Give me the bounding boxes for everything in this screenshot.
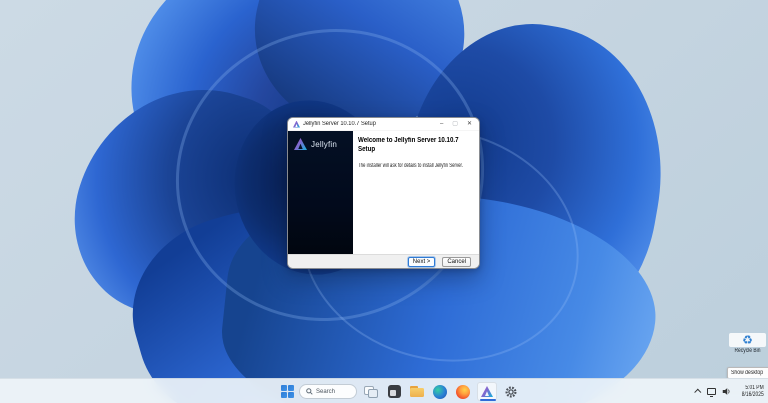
settings-icon (505, 385, 517, 398)
task-view-icon (368, 388, 378, 398)
edge-icon (433, 384, 447, 399)
close-button[interactable]: ✕ (467, 118, 472, 130)
window-title: Jellyfin Server 10.10.7 Setup (303, 121, 376, 127)
tooltip-text: Show desktop (731, 370, 764, 376)
search-icon (306, 388, 313, 395)
recycle-bin-label: Recycle Bin (734, 348, 761, 354)
next-button[interactable]: Next > (407, 257, 436, 267)
folder-front (410, 388, 424, 397)
file-explorer-button[interactable] (408, 383, 426, 401)
task-view-button[interactable] (362, 383, 380, 401)
terminal-button[interactable] (385, 383, 403, 401)
jellyfin-logo-icon (294, 138, 307, 150)
firefox-icon (456, 384, 470, 399)
installer-sidebar-banner: Jellyfin (288, 131, 353, 254)
recycle-bin-shortcut[interactable]: ♻ Recycle Bin (729, 333, 766, 354)
firefox-button[interactable] (454, 383, 472, 401)
jellyfin-icon (481, 386, 493, 397)
start-pane (280, 392, 287, 398)
window-titlebar[interactable]: Jellyfin Server 10.10.7 Setup – ▢ ✕ (288, 118, 479, 131)
search-box[interactable]: Search (299, 384, 357, 399)
desktop: ♻ Recycle Bin Show desktop Jellyfin Serv… (0, 0, 768, 403)
start-pane (287, 392, 294, 398)
cancel-button[interactable]: Cancel (442, 257, 471, 267)
jellyfin-taskbar-button[interactable] (477, 382, 497, 401)
tray-chevron-up-icon[interactable] (694, 388, 702, 396)
network-icon[interactable] (707, 388, 717, 397)
jellyfin-brand-text: Jellyfin (311, 139, 338, 149)
jellyfin-window-icon (293, 120, 300, 128)
tray-time: 5:01 PM (745, 384, 764, 391)
start-button[interactable] (280, 385, 294, 399)
tray-date: 8/16/2025 (742, 391, 764, 398)
recycle-bin-icon: ♻ (729, 333, 766, 347)
installer-footer: Next > Cancel (288, 254, 479, 268)
terminal-icon (387, 385, 401, 398)
search-label: Search (316, 388, 336, 395)
tray-clock[interactable]: 5:01 PM 8/16/2025 (742, 385, 764, 399)
active-app-indicator (480, 399, 496, 401)
maximize-button[interactable]: ▢ (452, 118, 458, 130)
taskbar: Search 5:01 PM 8/16/2025 (0, 378, 768, 403)
start-pane (280, 385, 287, 391)
welcome-heading-line2: Setup (358, 146, 376, 153)
welcome-description: The installer will ask for details to in… (358, 163, 463, 169)
start-pane (287, 385, 294, 391)
settings-button[interactable] (502, 383, 520, 401)
volume-icon[interactable] (722, 387, 731, 396)
minimize-button[interactable]: – (440, 118, 443, 130)
file-explorer-icon (410, 386, 424, 397)
installer-window: Jellyfin Server 10.10.7 Setup – ▢ ✕ Jell… (287, 117, 480, 269)
welcome-heading-line1: Welcome to Jellyfin Server 10.10.7 (358, 137, 459, 144)
edge-button[interactable] (431, 383, 449, 401)
